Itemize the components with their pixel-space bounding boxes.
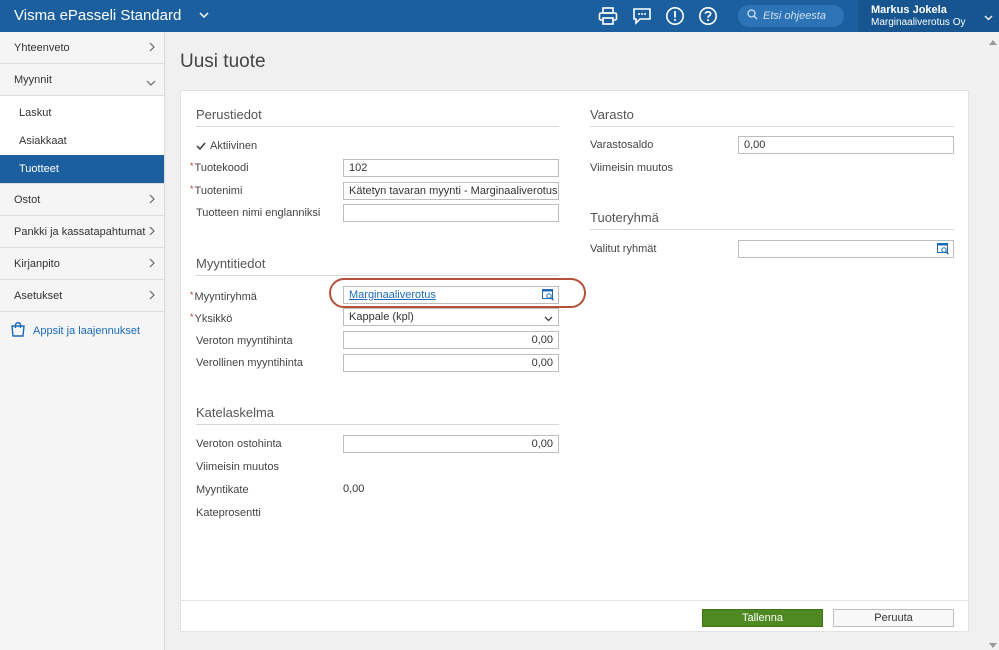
sidebar-item-kirjanpito[interactable]: Kirjanpito [0,248,164,280]
sidebar-item-myynnit[interactable]: Myynnit [0,64,164,96]
sidebar-item-asetukset[interactable]: Asetukset [0,280,164,312]
apps-link-label: Appsit ja laajennukset [33,324,141,337]
app-title[interactable]: Visma ePasseli Standard [14,7,181,24]
net-price-field[interactable]: 0,00 [343,331,559,349]
sidebar-item-pankki[interactable]: Pankki ja kassatapahtumat [0,216,164,248]
unit-label: *Yksikkö [190,312,232,325]
myynnit-submenu: Laskut Asiakkaat Tuotteet [0,96,164,184]
cancel-button[interactable]: Peruuta [833,609,954,627]
stock-balance-field[interactable]: 0,00 [738,136,954,154]
selected-groups-field[interactable] [738,240,954,258]
save-button[interactable]: Tallenna [702,609,823,627]
sales-group-field[interactable]: Marginaaliverotus [343,286,559,304]
sidebar-item-label: Pankki ja kassatapahtumat [14,225,146,238]
product-name-label-text: Tuotenimi [194,185,243,197]
required-marker: * [190,312,194,322]
footer-divider [181,600,968,601]
chevron-down-icon[interactable] [196,7,212,23]
active-checkbox[interactable] [196,141,206,151]
lookup-search-icon[interactable] [542,289,555,301]
purchase-price-label: Veroton ostohinta [196,438,282,450]
print-icon[interactable] [597,5,619,27]
chevron-right-icon [149,42,155,55]
chevron-right-icon [149,226,155,239]
scroll-up-icon[interactable] [989,36,997,45]
sidebar-item-label: Ostot [14,193,41,206]
page-title: Uusi tuote [180,51,266,72]
stock-balance-label: Varastosaldo [590,139,654,151]
chat-icon[interactable] [631,5,653,27]
gross-price-field[interactable]: 0,00 [343,354,559,372]
product-name-en-field[interactable] [343,204,559,222]
margin-label: Myyntikate [196,484,249,496]
sales-group-label: *Myyntiryhmä [190,290,257,303]
required-marker: * [190,290,194,300]
unit-select-value: Kappale (kpl) [349,311,414,323]
lookup-search-icon[interactable] [937,243,950,255]
product-form: Perustiedot Aktiivinen *Tuotekoodi 102 *… [180,90,969,632]
search-icon [747,9,758,23]
chevron-down-icon[interactable] [984,12,993,24]
sidebar-item-asiakkaat[interactable]: Asiakkaat [0,127,164,155]
user-menu[interactable]: Markus Jokela Marginaaliverotus Oy [858,0,999,32]
product-name-en-label: Tuotteen nimi englanniksi [196,207,321,219]
required-marker: * [190,161,194,171]
required-marker: * [190,184,194,194]
section-myyntitiedot: Myyntitiedot [196,256,559,276]
chevron-right-icon [149,290,155,303]
margin-pct-label: Kateprosentti [196,507,261,519]
sidebar-item-label: Asetukset [14,289,63,302]
sales-group-label-text: Myyntiryhmä [194,291,257,303]
product-code-label: *Tuotekoodi [190,161,249,174]
margin-last-change-label: Viimeisin muutos [196,461,279,473]
product-name-field[interactable]: Kätetyn tavaran myynti - Marginaaliverot… [343,182,559,200]
unit-label-text: Yksikkö [194,313,233,325]
chevron-down-icon [544,313,553,325]
shopping-bag-icon [10,321,26,340]
stock-last-change-label: Viimeisin muutos [590,162,673,174]
section-varasto: Varasto [590,107,954,127]
company-name: Marginaaliverotus Oy [871,17,966,28]
sidebar-item-ostot[interactable]: Ostot [0,184,164,216]
selected-groups-label: Valitut ryhmät [590,243,657,255]
purchase-price-field[interactable]: 0,00 [343,435,559,453]
scroll-down-icon[interactable] [989,640,997,648]
help-search[interactable] [738,5,844,27]
section-katelaskelma: Katelaskelma [196,405,559,425]
help-icon[interactable] [697,5,719,27]
user-name: Markus Jokela [871,4,947,16]
active-label: Aktiivinen [210,140,258,152]
chevron-down-icon [146,77,156,89]
chevron-right-icon [149,194,155,207]
product-name-label: *Tuotenimi [190,184,242,197]
search-input[interactable] [763,10,837,22]
sidebar-item-tuotteet[interactable]: Tuotteet [0,155,164,183]
sidebar-item-label: Kirjanpito [14,257,60,270]
chevron-right-icon [149,258,155,271]
unit-select[interactable]: Kappale (kpl) [343,308,559,326]
section-perustiedot: Perustiedot [196,107,559,127]
sidebar-item-laskut[interactable]: Laskut [0,99,164,127]
product-code-label-text: Tuotekoodi [194,162,249,174]
sidebar-item-yhteenveto[interactable]: Yhteenveto [0,32,164,64]
net-price-label: Veroton myyntihinta [196,335,293,347]
sidebar-item-label: Myynnit [14,73,52,86]
sidebar: Yhteenveto Myynnit Laskut Asiakkaat Tuot… [0,32,165,650]
gross-price-label: Verollinen myyntihinta [196,357,304,369]
section-tuoteryhma: Tuoteryhmä [590,210,954,230]
sidebar-item-label: Yhteenveto [14,41,70,54]
alert-icon[interactable] [664,5,686,27]
apps-link[interactable]: Appsit ja laajennukset [0,312,164,340]
margin-value: 0,00 [343,483,365,495]
sales-group-link[interactable]: Marginaaliverotus [349,289,436,301]
product-code-field[interactable]: 102 [343,159,559,177]
top-bar: Visma ePasseli Standard Markus Jokela Ma… [0,0,999,32]
